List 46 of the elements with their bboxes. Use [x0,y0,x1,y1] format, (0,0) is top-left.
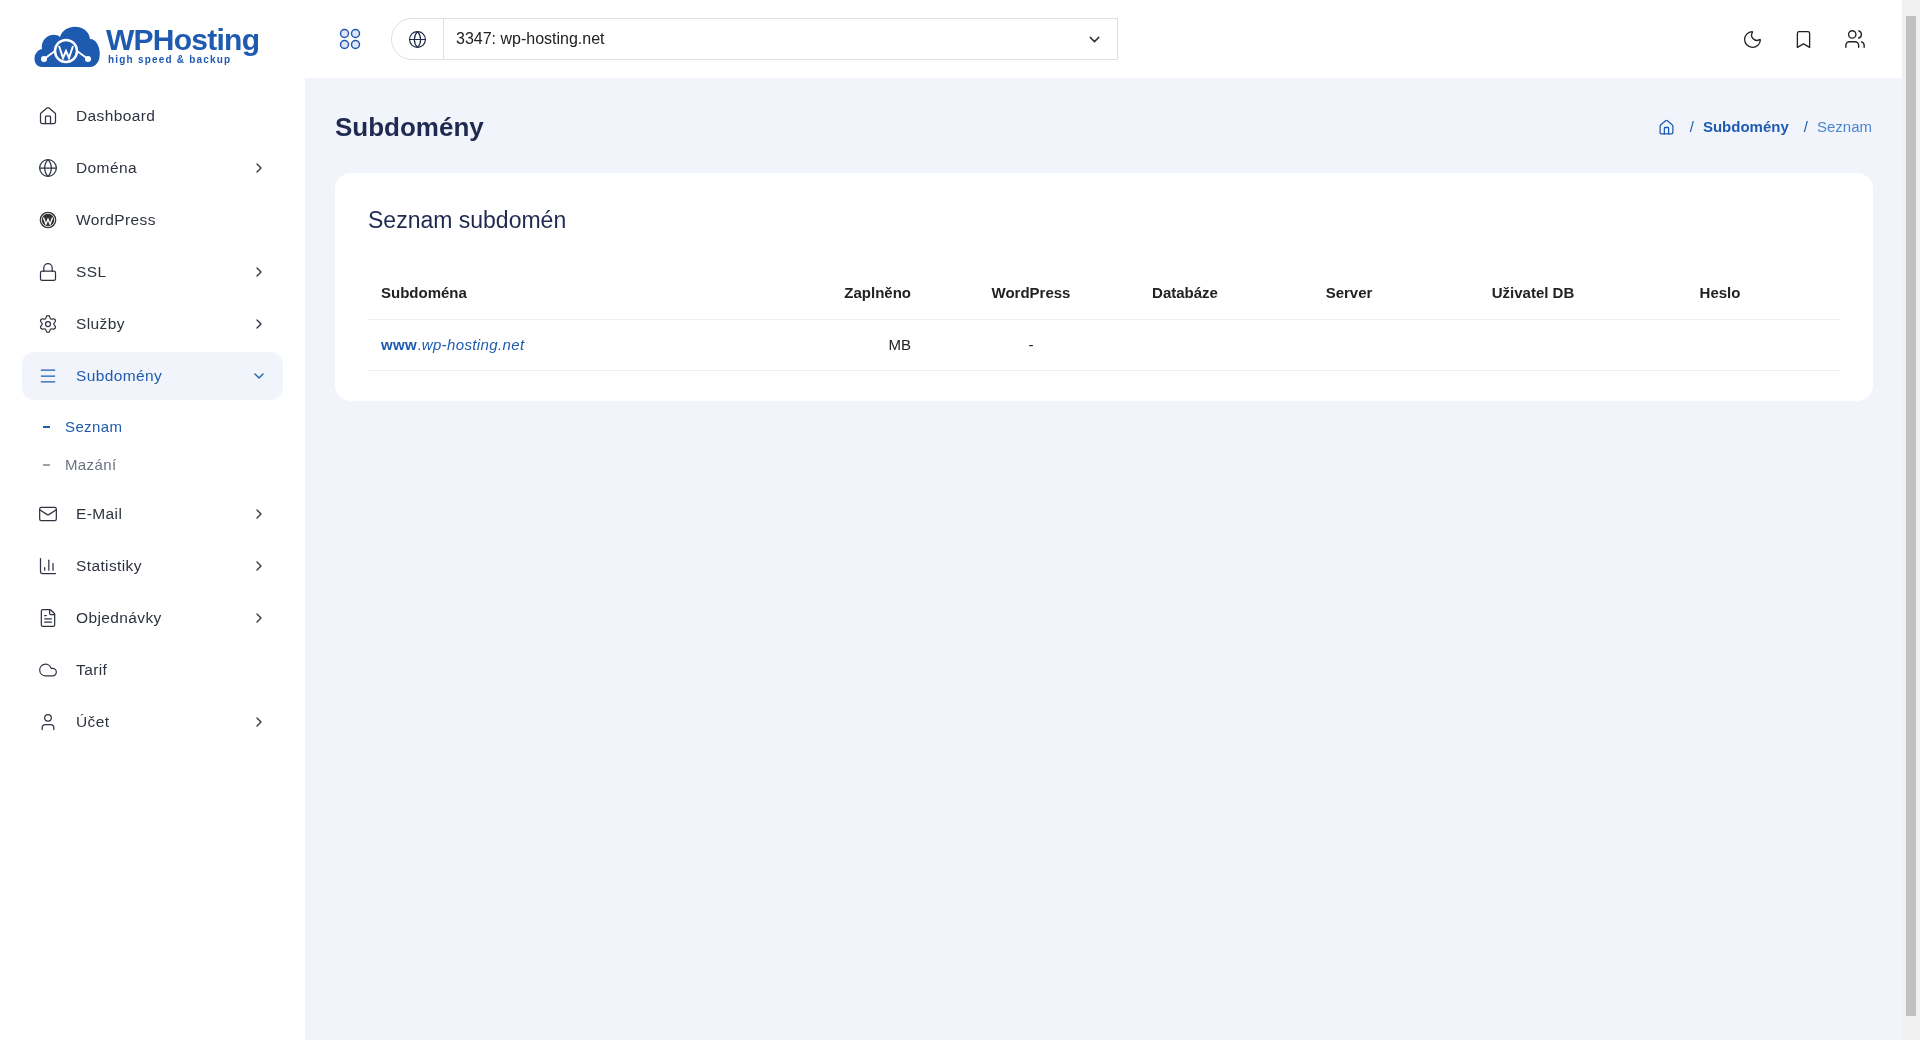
home-icon[interactable] [1657,119,1675,136]
scrollbar[interactable] [1902,0,1920,1040]
lock-icon [38,262,58,282]
wordpress-icon [38,210,58,230]
sidebar-item[interactable]: Účet [22,698,283,746]
sidebar-item[interactable]: Tarif [22,646,283,694]
column-header: Server [1232,267,1466,320]
globe-icon [408,29,427,49]
column-header: WordPress [924,267,1138,320]
column-header: Heslo [1600,267,1840,320]
logo-name: WPHosting [106,25,260,55]
card-title: Seznam subdomén [368,206,568,235]
page-title: Subdomény [335,111,484,144]
subdomain-link[interactable]: www.wp-hosting.net [381,335,525,353]
column-header: Databáze [1138,267,1232,320]
submenu-item[interactable]: Mazání [43,446,305,484]
sidebar-item[interactable]: WordPress [22,196,283,244]
house-icon [38,106,58,126]
sidebar-item[interactable]: Subdomény [22,352,283,400]
globe-icon [38,158,58,178]
table-cell: - [1028,335,1034,353]
column-header: Zaplněno [808,267,924,320]
sidebar-item[interactable]: Služby [22,300,283,348]
bar-chart-icon [38,556,58,576]
domain-select[interactable]: 3347: wp-hosting.net [391,18,1118,60]
sidebar-item[interactable]: Doména [22,144,283,192]
table-cell: MB [888,335,911,353]
sidebar-item[interactable]: Statistiky [22,542,283,590]
breadcrumb-link[interactable]: Subdomény [1702,116,1789,139]
document-icon [38,608,58,628]
column-header: Uživatel DB [1466,267,1600,320]
logo-tagline: high speed & backup [108,55,232,65]
breadcrumb-current: Seznam [1816,117,1872,138]
breadcrumb-separator: / [1803,117,1808,138]
sidebar-item[interactable]: Objednávky [22,594,283,642]
apps-icon[interactable] [339,28,361,50]
sidebar-item[interactable]: E-Mail [22,490,283,538]
mail-icon [38,504,58,524]
sidebar-item[interactable]: Dashboard [22,92,283,140]
gear-icon [38,314,58,334]
breadcrumb-separator: / [1689,117,1694,138]
column-header: Subdoména [368,267,808,320]
moon-icon[interactable] [1742,28,1763,50]
submenu-item[interactable]: Seznam [43,408,305,446]
users-icon[interactable] [1844,28,1866,50]
sidebar-item[interactable]: SSL [22,248,283,296]
